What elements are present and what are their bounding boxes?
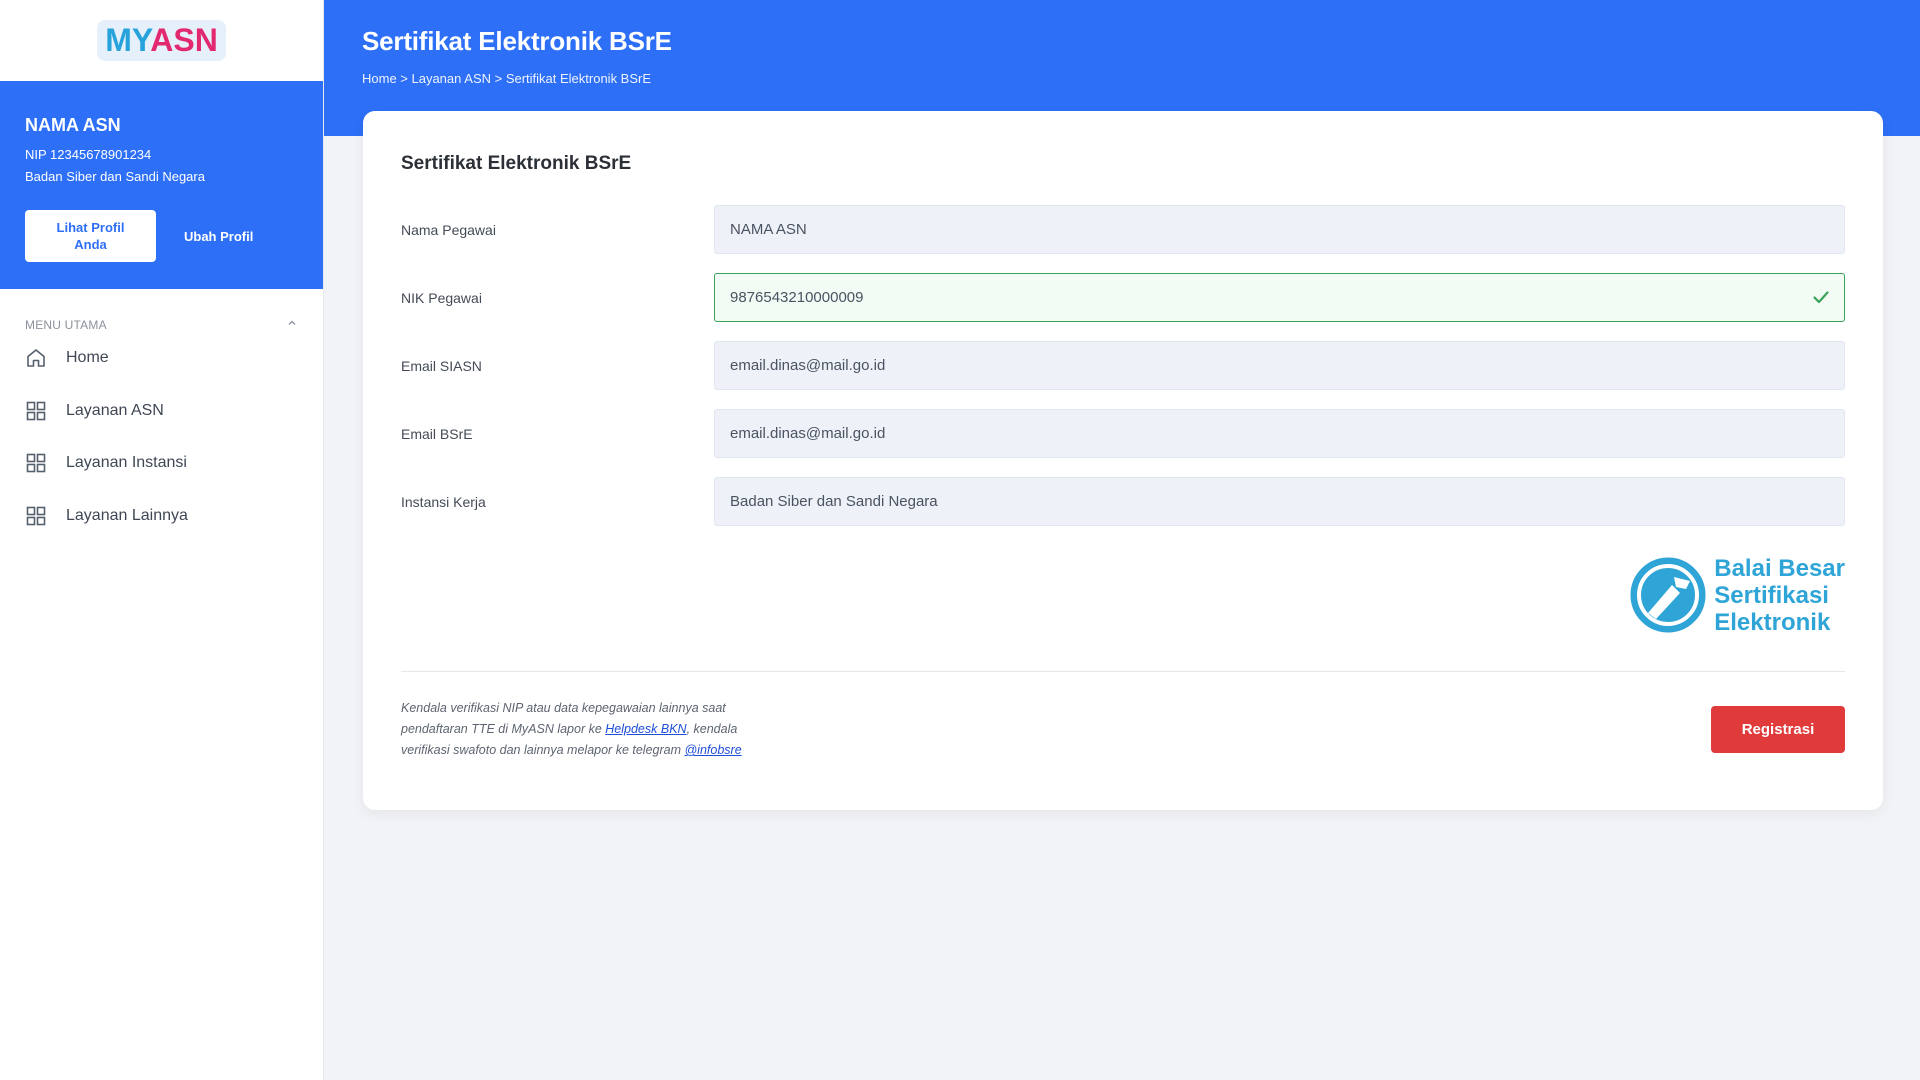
edit-profile-link[interactable]: Ubah Profil [184, 229, 253, 244]
card-footer: Kendala verifikasi NIP atau data kepegaw… [401, 698, 1845, 761]
bsre-logo: Balai Besar Sertifikasi Elektronik [1628, 545, 1845, 645]
card-title: Sertifikat Elektronik BSrE [401, 153, 632, 174]
breadcrumb[interactable]: Home > Layanan ASN > Sertifikat Elektron… [362, 71, 1882, 86]
instansi-kerja-field[interactable]: Badan Siber dan Sandi Negara [714, 477, 1845, 526]
field-label: Email BSrE [401, 425, 473, 442]
form-row-email-bsre: Email BSrE email.dinas@mail.go.id [401, 409, 1845, 458]
check-icon [1813, 291, 1829, 304]
nik-pegawai-field[interactable]: 9876543210000009 [714, 273, 1845, 322]
certificate-form: Nama Pegawai NAMA ASN NIK Pegawai 987654… [401, 205, 1845, 526]
grid-icon [25, 452, 47, 474]
profile-nip: NIP 12345678901234 [25, 147, 152, 162]
sidebar-item-layanan-asn[interactable]: Layanan ASN [25, 385, 298, 438]
sidebar-item-layanan-instansi[interactable]: Layanan Instansi [25, 437, 298, 490]
form-row-instansi: Instansi Kerja Badan Siber dan Sandi Neg… [401, 477, 1845, 526]
card-divider [401, 671, 1845, 672]
field-label: Instansi Kerja [401, 493, 486, 510]
profile-name: NAMA ASN [25, 115, 121, 135]
sidebar-item-layanan-lainnya[interactable]: Layanan Lainnya [25, 490, 298, 543]
bsre-logo-area: Balai Besar Sertifikasi Elektronik [401, 545, 1845, 645]
sidebar: MYASN NAMA ASN NIP 12345678901234 Badan … [0, 0, 324, 1080]
menu-header-label: MENU UTAMA [25, 317, 107, 332]
certificate-card: Sertifikat Elektronik BSrE Nama Pegawai … [363, 111, 1883, 810]
form-row-email-siasn: Email SIASN email.dinas@mail.go.id [401, 341, 1845, 390]
view-profile-button[interactable]: Lihat Profil Anda [25, 210, 156, 262]
sidebar-item-label: Home [66, 349, 109, 367]
menu-header[interactable]: MENU UTAMA [25, 317, 298, 332]
bsre-logo-text: Balai Besar Sertifikasi Elektronik [1714, 554, 1845, 636]
profile-agency: Badan Siber dan Sandi Negara [25, 169, 205, 184]
help-note: Kendala verifikasi NIP atau data kepegaw… [401, 701, 742, 757]
sidebar-item-label: Layanan ASN [66, 401, 164, 419]
page-title: Sertifikat Elektronik BSrE [362, 26, 672, 56]
field-label: Nama Pegawai [401, 221, 496, 238]
nama-pegawai-field[interactable]: NAMA ASN [714, 205, 1845, 254]
grid-icon [25, 505, 47, 527]
sidebar-item-label: Layanan Instansi [66, 454, 187, 472]
sidebar-item-home[interactable]: Home [25, 332, 298, 385]
myasn-logo[interactable]: MYASN [97, 19, 226, 62]
register-button[interactable]: Registrasi [1711, 706, 1845, 753]
infobsre-link[interactable]: @infobsre [684, 743, 741, 757]
profile-panel: NAMA ASN NIP 12345678901234 Badan Siber … [0, 81, 323, 289]
email-siasn-field[interactable]: email.dinas@mail.go.id [714, 341, 1845, 390]
form-row-nama: Nama Pegawai NAMA ASN [401, 205, 1845, 254]
sidebar-item-label: Layanan Lainnya [66, 506, 188, 524]
main-menu: MENU UTAMA Home Layanan ASN Layanan Inst… [0, 289, 323, 542]
field-label: Email SIASN [401, 357, 482, 374]
logo-area: MYASN [0, 0, 323, 81]
form-row-nik: NIK Pegawai 9876543210000009 [401, 273, 1845, 322]
email-bsre-field[interactable]: email.dinas@mail.go.id [714, 409, 1845, 458]
profile-actions: Lihat Profil Anda Ubah Profil [25, 210, 298, 262]
bsre-emblem-icon [1630, 557, 1706, 633]
helpdesk-bkn-link[interactable]: Helpdesk BKN [605, 722, 686, 736]
home-icon [25, 347, 47, 369]
grid-icon [25, 400, 47, 422]
nik-value: 9876543210000009 [730, 289, 864, 306]
field-label: NIK Pegawai [401, 289, 482, 306]
chevron-up-icon[interactable] [286, 317, 298, 332]
